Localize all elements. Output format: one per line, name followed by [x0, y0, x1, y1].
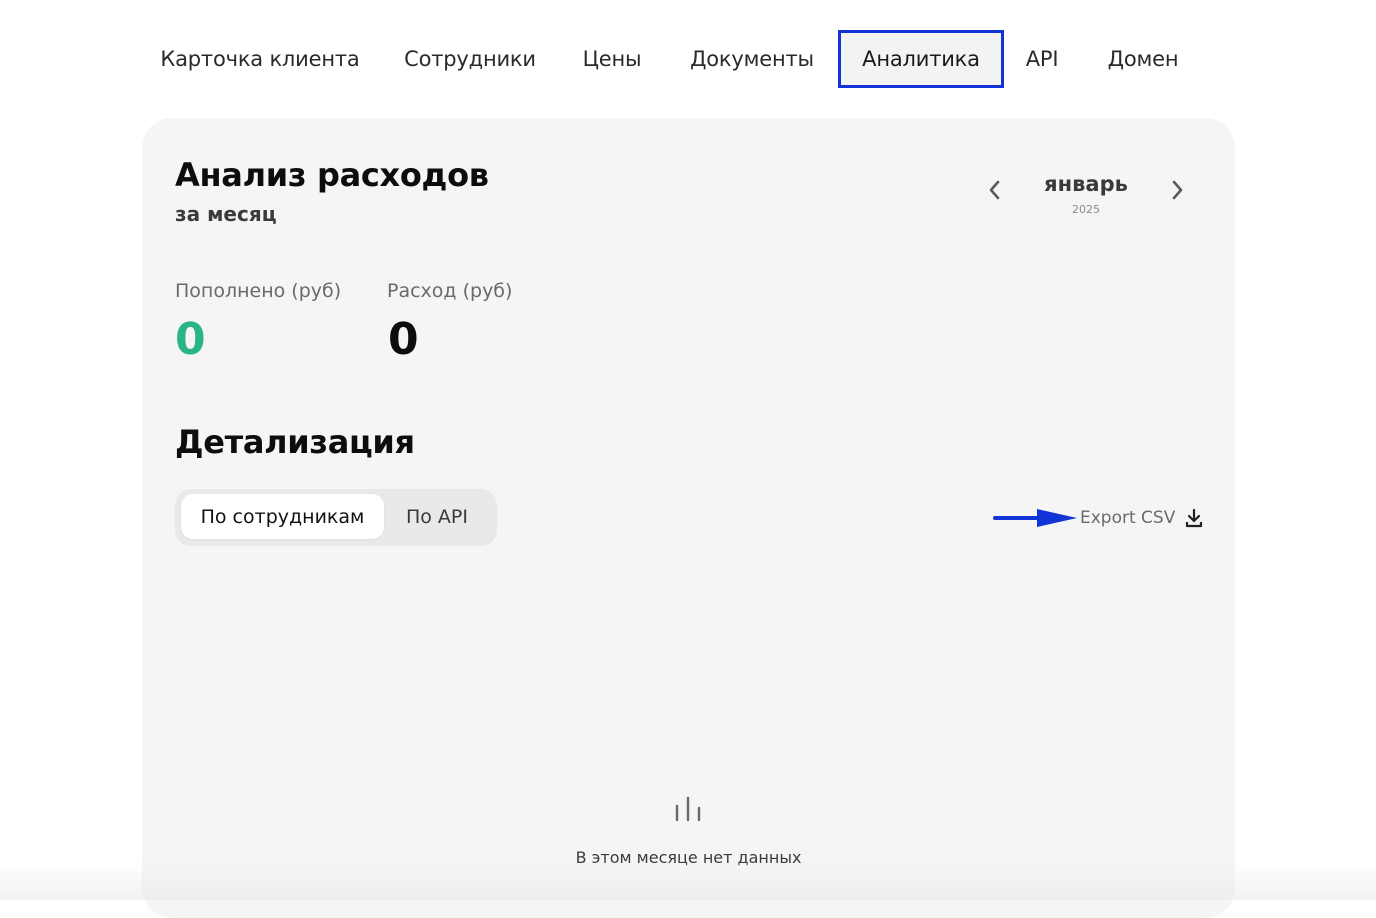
segment-by-employees[interactable]: По сотрудникам — [181, 494, 384, 539]
analytics-card: Анализ расходов за месяц январь 2025 Поп… — [142, 118, 1235, 918]
tab-api[interactable]: API — [1014, 30, 1070, 88]
empty-state-text: В этом месяце нет данных — [575, 848, 802, 867]
page-title: Анализ расходов — [175, 156, 489, 194]
segment-by-api[interactable]: По API — [387, 494, 487, 539]
chevron-right-icon — [1172, 180, 1183, 200]
export-csv-label: Export CSV — [1080, 508, 1176, 528]
next-month-button[interactable] — [1166, 178, 1190, 202]
details-title: Детализация — [175, 423, 415, 461]
tab-analytics[interactable]: Аналитика — [838, 30, 1004, 88]
tab-domain[interactable]: Домен — [1094, 30, 1192, 88]
details-segmented-control: По сотрудникам По API — [175, 489, 497, 546]
tab-client-card[interactable]: Карточка клиента — [150, 30, 370, 88]
tab-bar: Карточка клиента Сотрудники Цены Докумен… — [0, 30, 1376, 88]
export-csv-button[interactable]: Export CSV — [1080, 505, 1203, 531]
topped-up-value: 0 — [175, 314, 206, 365]
download-icon — [1186, 508, 1203, 528]
prev-month-button[interactable] — [982, 178, 1006, 202]
expense-label: Расход (руб) — [387, 280, 513, 302]
page-subtitle: за месяц — [175, 202, 277, 226]
tab-employees[interactable]: Сотрудники — [392, 30, 548, 88]
tab-documents[interactable]: Документы — [678, 30, 826, 88]
chevron-left-icon — [989, 180, 1000, 200]
month-selector: январь 2025 — [982, 166, 1192, 226]
bar-chart-icon — [675, 796, 701, 822]
year-label: 2025 — [1072, 203, 1100, 216]
annotation-arrow-icon — [993, 509, 1077, 527]
month-label: январь — [1044, 172, 1128, 196]
tab-prices[interactable]: Цены — [570, 30, 654, 88]
expense-value: 0 — [388, 314, 419, 365]
topped-up-label: Пополнено (руб) — [175, 280, 342, 302]
